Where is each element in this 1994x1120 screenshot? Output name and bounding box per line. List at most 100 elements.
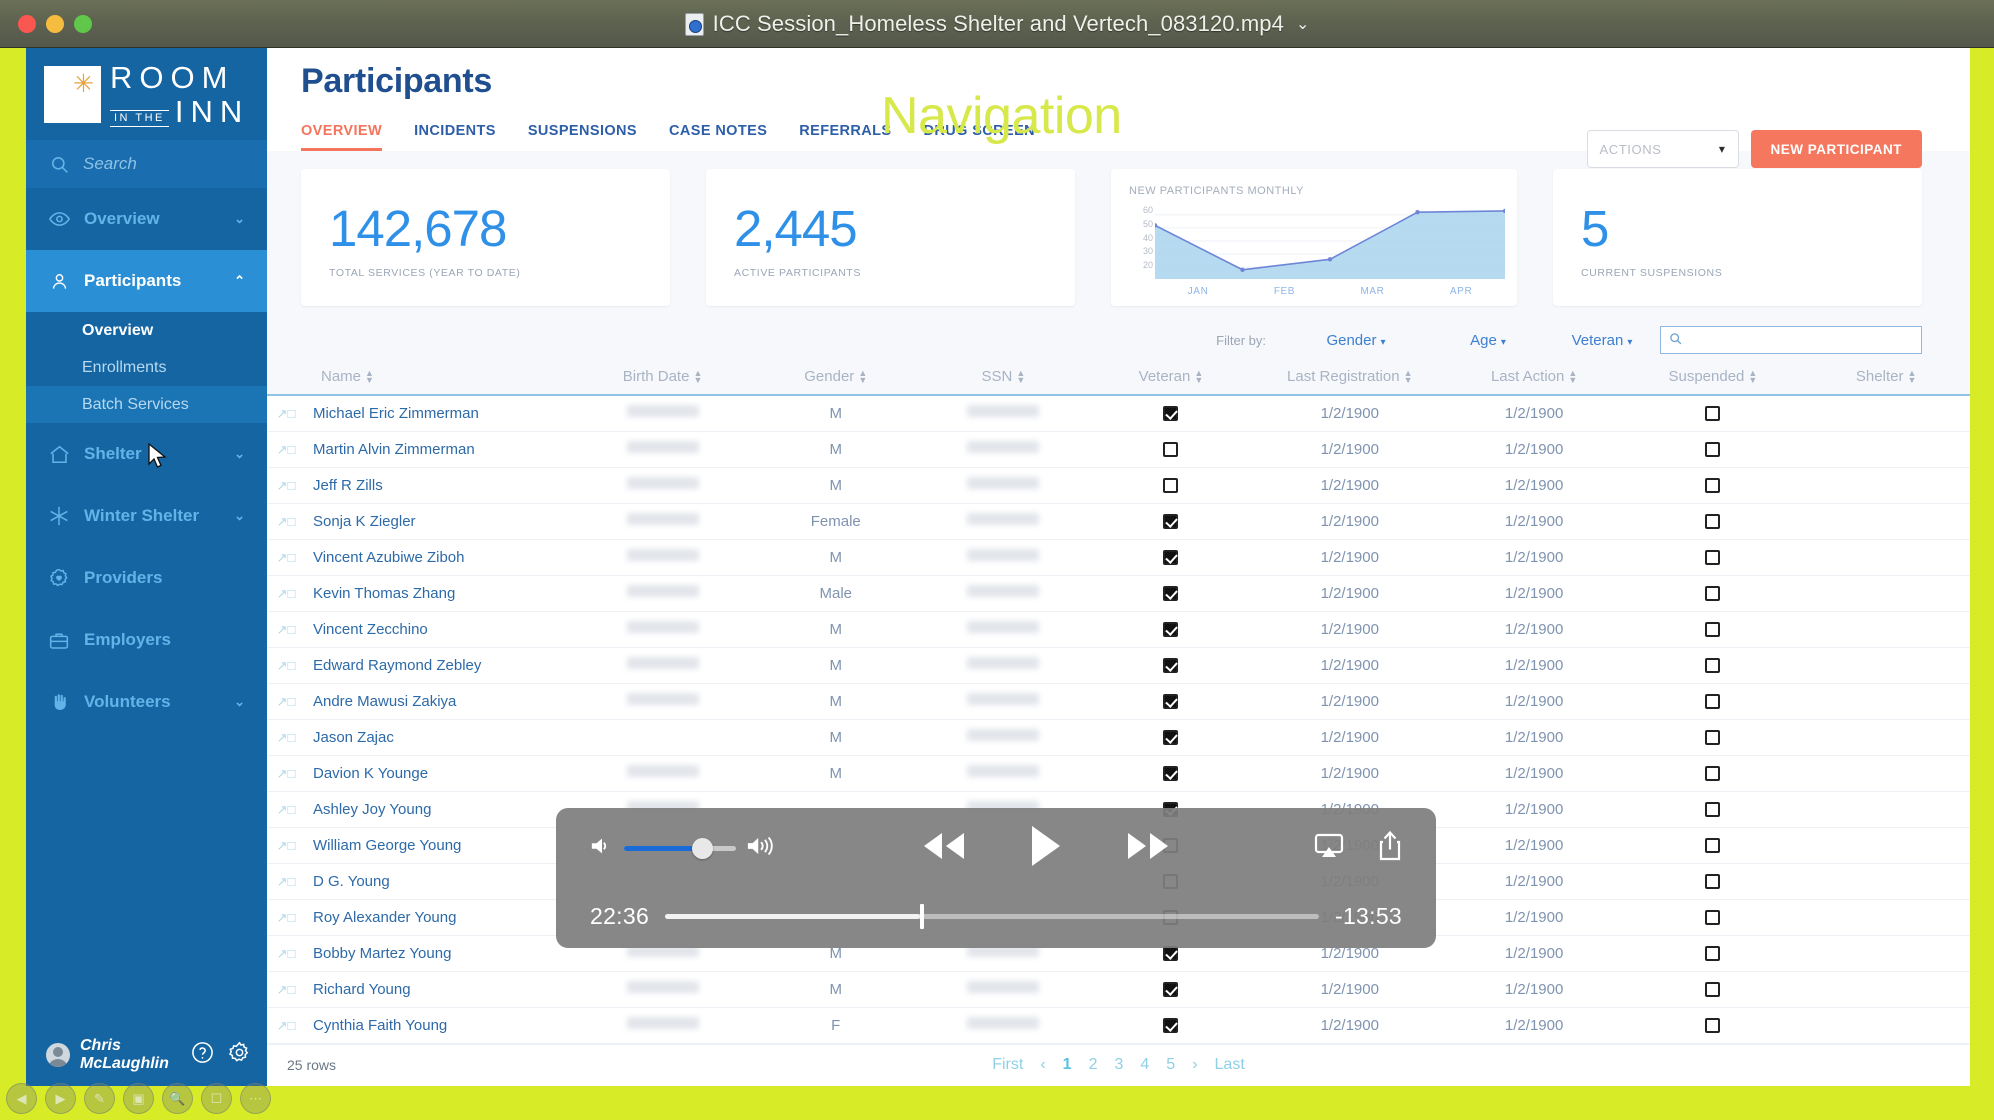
- checkbox[interactable]: [1705, 874, 1721, 890]
- cell-suspended[interactable]: [1623, 503, 1803, 540]
- open-record-icon-cell[interactable]: ↗□: [267, 611, 305, 648]
- open-record-icon-cell[interactable]: ↗□: [267, 431, 305, 468]
- th-last-registration[interactable]: Last Registration ▲ ▼: [1254, 364, 1445, 396]
- open-record-icon-cell[interactable]: ↗□: [267, 647, 305, 684]
- cell-veteran[interactable]: [1087, 467, 1255, 504]
- share-button[interactable]: [1378, 830, 1402, 866]
- cell-suspended[interactable]: [1623, 755, 1803, 792]
- volume-control[interactable]: [590, 834, 778, 863]
- more-options-button[interactable]: ⋯: [240, 1083, 271, 1114]
- open-record-icon-cell[interactable]: ↗□: [267, 827, 305, 864]
- checkbox[interactable]: [1163, 586, 1179, 602]
- avatar[interactable]: [46, 1043, 70, 1067]
- table-row[interactable]: ↗□ Martin Alvin Zimmerman 000000 M 000000 1/2…: [267, 431, 1970, 468]
- cell-name[interactable]: Michael Eric Zimmerman: [304, 395, 574, 432]
- cell-name[interactable]: Bobby Martez Young: [304, 935, 574, 972]
- new-participant-button[interactable]: NEW PARTICIPANT: [1750, 130, 1922, 168]
- airplay-button[interactable]: [1314, 833, 1344, 864]
- sidebar-item-winter-shelter[interactable]: Winter Shelter ⌄: [26, 485, 267, 547]
- tab-overview[interactable]: OVERVIEW: [301, 123, 383, 151]
- external-link-icon[interactable]: ↗□: [277, 478, 296, 493]
- cell-veteran[interactable]: [1087, 611, 1255, 648]
- checkbox[interactable]: [1705, 622, 1721, 638]
- th-gender[interactable]: Gender ▲ ▼: [751, 364, 920, 396]
- pagination-first[interactable]: First: [992, 1056, 1023, 1074]
- cell-suspended[interactable]: [1623, 539, 1803, 576]
- app-logo[interactable]: ✳ ROOM IN THE INN: [26, 48, 267, 140]
- cell-veteran[interactable]: [1087, 755, 1255, 792]
- tab-incidents[interactable]: INCIDENTS: [414, 123, 496, 151]
- sidebar-item-volunteers[interactable]: Volunteers ⌄: [26, 671, 267, 733]
- checkbox[interactable]: [1705, 658, 1721, 674]
- checkbox[interactable]: [1705, 442, 1721, 458]
- slide-grid-button[interactable]: ▣: [123, 1083, 154, 1114]
- open-record-icon-cell[interactable]: ↗□: [267, 899, 305, 936]
- th-shelter[interactable]: Shelter ▲ ▼: [1802, 364, 1970, 396]
- open-record-icon-cell[interactable]: ↗□: [267, 719, 305, 756]
- cell-name[interactable]: William George Young: [304, 827, 574, 864]
- checkbox[interactable]: [1163, 442, 1179, 458]
- external-link-icon[interactable]: ↗□: [277, 514, 296, 529]
- sidebar-item-employers[interactable]: Employers: [26, 609, 267, 671]
- checkbox[interactable]: [1705, 946, 1721, 962]
- external-link-icon[interactable]: ↗□: [277, 910, 296, 925]
- table-row[interactable]: ↗□ Davion K Younge 000000 M 000000 1/2/19001/…: [267, 755, 1970, 792]
- open-record-icon-cell[interactable]: ↗□: [267, 467, 305, 504]
- cell-veteran[interactable]: [1087, 503, 1255, 540]
- table-row[interactable]: ↗□ Cynthia Faith Young 000000 F 000000 1/2/19…: [267, 1007, 1970, 1044]
- pagination-page-3[interactable]: 3: [1114, 1056, 1123, 1074]
- cell-veteran[interactable]: [1087, 575, 1255, 612]
- external-link-icon[interactable]: ↗□: [277, 550, 296, 565]
- sidebar-search[interactable]: Search: [26, 140, 267, 188]
- external-link-icon[interactable]: ↗□: [277, 766, 296, 781]
- checkbox[interactable]: [1163, 658, 1179, 674]
- cell-suspended[interactable]: [1623, 791, 1803, 828]
- open-record-icon-cell[interactable]: ↗□: [267, 683, 305, 720]
- checkbox[interactable]: [1163, 550, 1179, 566]
- external-link-icon[interactable]: ↗□: [277, 982, 296, 997]
- tab-suspensions[interactable]: SUSPENSIONS: [528, 123, 637, 151]
- table-row[interactable]: ↗□ Jason Zajac M 000000 1/2/19001/2/1900: [267, 719, 1970, 756]
- cell-name[interactable]: Sonja K Ziegler: [304, 503, 574, 540]
- close-window-button[interactable]: [18, 14, 36, 33]
- pagination-last[interactable]: Last: [1215, 1056, 1245, 1074]
- th-suspended[interactable]: Suspended ▲ ▼: [1623, 364, 1803, 396]
- open-record-icon-cell[interactable]: ↗□: [267, 971, 305, 1008]
- volume-slider-handle[interactable]: [692, 837, 713, 859]
- cell-suspended[interactable]: [1623, 575, 1803, 612]
- open-record-icon-cell[interactable]: ↗□: [267, 863, 305, 900]
- cell-veteran[interactable]: [1087, 395, 1255, 432]
- external-link-icon[interactable]: ↗□: [277, 586, 296, 601]
- th-birth-date[interactable]: Birth Date ▲ ▼: [573, 364, 752, 396]
- cell-name[interactable]: Andre Mawusi Zakiya: [304, 683, 574, 720]
- captions-button[interactable]: ☐: [201, 1083, 232, 1114]
- cell-name[interactable]: Jason Zajac: [304, 719, 574, 756]
- cell-name[interactable]: Vincent Azubiwe Ziboh: [304, 539, 574, 576]
- external-link-icon[interactable]: ↗□: [277, 802, 296, 817]
- checkbox[interactable]: [1705, 478, 1721, 494]
- cell-veteran[interactable]: [1087, 683, 1255, 720]
- cell-veteran[interactable]: [1087, 647, 1255, 684]
- filter-age-dropdown[interactable]: Age ▾: [1422, 332, 1554, 349]
- next-slide-button[interactable]: ▶: [45, 1083, 76, 1114]
- rewind-button[interactable]: [921, 831, 967, 866]
- checkbox[interactable]: [1705, 586, 1721, 602]
- cell-suspended[interactable]: [1623, 899, 1803, 936]
- pagination-page-2[interactable]: 2: [1089, 1056, 1098, 1074]
- table-row[interactable]: ↗□ Michael Eric Zimmerman 000000 M 000000 1/2…: [267, 395, 1970, 432]
- checkbox[interactable]: [1705, 1018, 1721, 1034]
- cell-veteran[interactable]: [1087, 719, 1255, 756]
- external-link-icon[interactable]: ↗□: [277, 1018, 296, 1033]
- pen-button[interactable]: ✎: [84, 1083, 115, 1114]
- external-link-icon[interactable]: ↗□: [277, 694, 296, 709]
- table-row[interactable]: ↗□ Richard Young 000000 M 000000 1/2/19001/2/…: [267, 971, 1970, 1008]
- fast-forward-button[interactable]: [1125, 831, 1171, 866]
- checkbox[interactable]: [1705, 550, 1721, 566]
- open-record-icon-cell[interactable]: ↗□: [267, 503, 305, 540]
- table-row[interactable]: ↗□ Kevin Thomas Zhang 000000 Male 000000 1/2/…: [267, 575, 1970, 612]
- open-record-icon-cell[interactable]: ↗□: [267, 539, 305, 576]
- external-link-icon[interactable]: ↗□: [277, 874, 296, 889]
- external-link-icon[interactable]: ↗□: [277, 946, 296, 961]
- cell-suspended[interactable]: [1623, 611, 1803, 648]
- video-scrubber[interactable]: [665, 903, 1319, 929]
